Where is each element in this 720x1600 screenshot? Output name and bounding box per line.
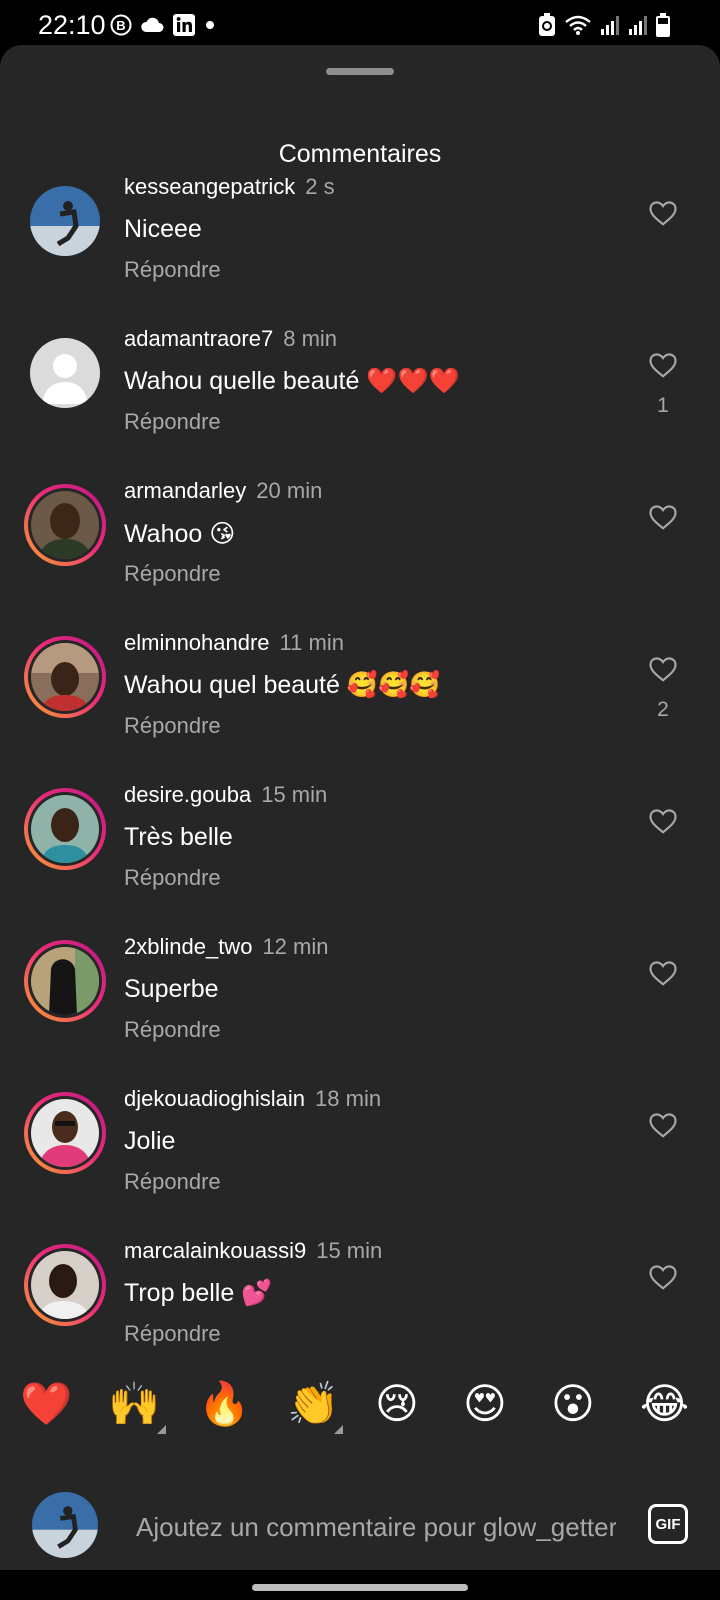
comment-item: 2xblinde_two 12 min Superbe Répondre bbox=[0, 920, 720, 1072]
comment-text: Wahou quel beauté 🥰🥰🥰 bbox=[124, 671, 441, 699]
avatar[interactable] bbox=[24, 484, 106, 566]
comment-username[interactable]: kesseangepatrick 2 s bbox=[124, 174, 335, 200]
reaction-clapping[interactable]: 👏 bbox=[287, 1379, 339, 1429]
comment-time: 12 min bbox=[262, 934, 329, 959]
heart-icon[interactable] bbox=[648, 806, 678, 836]
skin-tone-indicator-icon bbox=[157, 1425, 166, 1434]
recycle-icon bbox=[539, 13, 555, 36]
comment-item: adamantraore7 8 min Wahou quelle beauté ❤… bbox=[0, 312, 720, 464]
comment-text: Jolie bbox=[124, 1127, 176, 1155]
heart-icon[interactable] bbox=[648, 958, 678, 988]
username-text: elminnohandre bbox=[124, 630, 270, 655]
username-text: desire.gouba bbox=[124, 782, 252, 807]
reply-button[interactable]: Répondre bbox=[124, 409, 221, 435]
avatar[interactable] bbox=[24, 636, 106, 718]
avatar[interactable] bbox=[24, 788, 106, 870]
reaction-heart[interactable]: ❤️ bbox=[20, 1379, 72, 1429]
comment-composer: Ajoutez un commentaire pour glow_getter … bbox=[0, 1460, 720, 1565]
heart-icon[interactable] bbox=[648, 502, 678, 532]
comment-input[interactable]: Ajoutez un commentaire pour glow_getter bbox=[136, 1512, 616, 1543]
reply-button[interactable]: Répondre bbox=[124, 1321, 221, 1347]
like-count: 2 bbox=[657, 698, 669, 721]
skin-tone-indicator-icon bbox=[334, 1425, 343, 1434]
battery-icon bbox=[656, 13, 670, 37]
reply-button[interactable]: Répondre bbox=[124, 865, 221, 891]
wifi-icon bbox=[565, 15, 591, 35]
heart-icon[interactable] bbox=[648, 1110, 678, 1140]
heart-icon[interactable] bbox=[648, 350, 678, 380]
reply-button[interactable]: Répondre bbox=[124, 561, 221, 587]
comment-text: Niceee bbox=[124, 215, 202, 243]
linkedin-icon bbox=[173, 14, 195, 36]
home-indicator[interactable] bbox=[252, 1584, 468, 1591]
reply-button[interactable]: Répondre bbox=[124, 1017, 221, 1043]
status-time: 22:10 bbox=[38, 10, 106, 40]
comments-list[interactable]: kesseangepatrick 2 s Niceee Répondre adam… bbox=[0, 160, 720, 1367]
reaction-crying[interactable]: 😢 bbox=[375, 1379, 419, 1429]
reaction-heart-eyes[interactable]: 😍 bbox=[463, 1379, 507, 1429]
avatar[interactable] bbox=[24, 332, 106, 414]
status-bar: 22:10 B bbox=[0, 0, 720, 50]
comment-time: 20 min bbox=[256, 478, 323, 503]
comment-item: djekouadioghislain 18 min Jolie Répondre bbox=[0, 1072, 720, 1224]
default-avatar-icon bbox=[30, 338, 100, 408]
reaction-fire[interactable]: 🔥 bbox=[198, 1379, 250, 1429]
avatar[interactable] bbox=[24, 180, 106, 262]
comment-time: 15 min bbox=[316, 1238, 383, 1263]
comment-text: Wahoo 😘 bbox=[124, 520, 236, 548]
comment-time: 15 min bbox=[261, 782, 328, 807]
comment-text: Wahou quelle beauté ❤️❤️❤️ bbox=[124, 367, 460, 395]
username-text: armandarley bbox=[124, 478, 247, 503]
dot-icon bbox=[206, 21, 214, 29]
status-notification-icons: B bbox=[110, 13, 216, 37]
comment-time: 8 min bbox=[283, 326, 338, 351]
username-text: djekouadioghislain bbox=[124, 1086, 306, 1111]
svg-text:B: B bbox=[116, 18, 125, 33]
reaction-raised-hands[interactable]: 🙌 bbox=[108, 1379, 160, 1429]
comment-username[interactable]: desire.gouba 15 min bbox=[124, 782, 327, 808]
comment-text: Très belle bbox=[124, 823, 233, 851]
comment-username[interactable]: adamantraore7 8 min bbox=[124, 326, 337, 352]
gif-button[interactable]: GIF bbox=[648, 1504, 688, 1544]
like-count: 1 bbox=[657, 394, 669, 417]
quick-reactions-bar: ❤️ 🙌 🔥 👏 😢 😍 😮 😂 bbox=[0, 1379, 720, 1457]
comment-item: desire.gouba 15 min Très belle Répondre bbox=[0, 768, 720, 920]
comment-time: 18 min bbox=[315, 1086, 382, 1111]
comment-text: Trop belle 💕 bbox=[124, 1279, 273, 1307]
comment-username[interactable]: armandarley 20 min bbox=[124, 478, 322, 504]
username-text: kesseangepatrick bbox=[124, 174, 296, 199]
reaction-laughing[interactable]: 😂 bbox=[640, 1379, 689, 1429]
avatar bbox=[32, 1492, 98, 1558]
username-text: 2xblinde_two bbox=[124, 934, 253, 959]
comment-text: Superbe bbox=[124, 975, 219, 1003]
comment-username[interactable]: marcalainkouassi9 15 min bbox=[124, 1238, 382, 1264]
comment-username[interactable]: 2xblinde_two 12 min bbox=[124, 934, 328, 960]
reply-button[interactable]: Répondre bbox=[124, 257, 221, 283]
comment-item: armandarley 20 min Wahoo 😘 Répondre bbox=[0, 464, 720, 616]
username-text: adamantraore7 bbox=[124, 326, 274, 351]
cloud-icon bbox=[141, 17, 164, 32]
signal-icon bbox=[629, 16, 647, 35]
signal-icon bbox=[601, 16, 619, 35]
comment-username[interactable]: djekouadioghislain 18 min bbox=[124, 1086, 381, 1112]
status-system-icons bbox=[538, 13, 670, 37]
reply-button[interactable]: Répondre bbox=[124, 1169, 221, 1195]
comment-time: 2 s bbox=[305, 174, 335, 199]
sheet-drag-handle[interactable] bbox=[326, 68, 394, 75]
comment-item: kesseangepatrick 2 s Niceee Répondre bbox=[0, 160, 720, 312]
avatar[interactable] bbox=[24, 1092, 106, 1174]
comment-time: 11 min bbox=[279, 630, 344, 655]
heart-icon[interactable] bbox=[648, 654, 678, 684]
avatar[interactable] bbox=[24, 1244, 106, 1326]
comment-username[interactable]: elminnohandre 11 min bbox=[124, 630, 344, 656]
comment-item: marcalainkouassi9 15 min Trop belle 💕 Rép… bbox=[0, 1224, 720, 1367]
reply-button[interactable]: Répondre bbox=[124, 713, 221, 739]
comment-item: elminnohandre 11 min Wahou quel beauté 🥰🥰… bbox=[0, 616, 720, 768]
heart-icon[interactable] bbox=[648, 198, 678, 228]
reaction-surprised[interactable]: 😮 bbox=[551, 1379, 595, 1429]
username-text: marcalainkouassi9 bbox=[124, 1238, 307, 1263]
avatar[interactable] bbox=[24, 940, 106, 1022]
b-badge-icon: B bbox=[110, 14, 132, 36]
heart-icon[interactable] bbox=[648, 1262, 678, 1292]
